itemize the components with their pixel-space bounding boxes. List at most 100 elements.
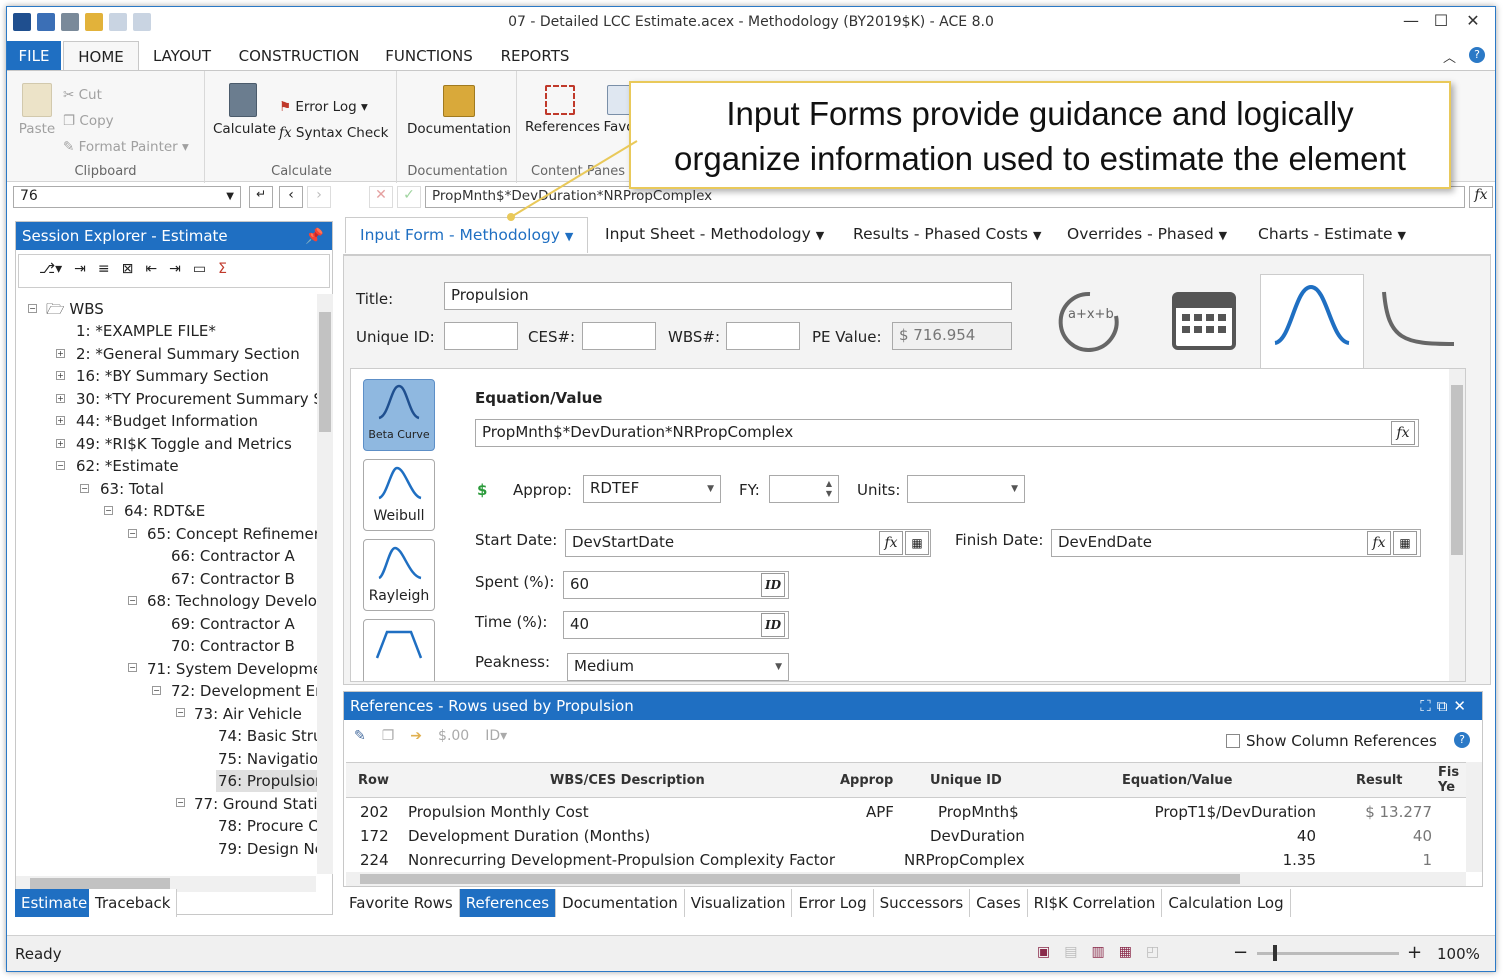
- tree-node-selected[interactable]: 76: Propulsior: [216, 770, 324, 792]
- references-vertical-scrollbar[interactable]: [1466, 762, 1482, 872]
- tab-layout[interactable]: LAYOUT: [147, 41, 217, 71]
- tab-calculation-log[interactable]: Calculation Log: [1162, 889, 1291, 917]
- time-id-icon[interactable]: ID: [761, 613, 785, 637]
- collapse-icon[interactable]: −: [128, 663, 137, 672]
- phasing-method-icon[interactable]: a+x+b: [1050, 280, 1140, 360]
- tree-node-wbs[interactable]: 🗁 WBS: [46, 298, 104, 320]
- references-button[interactable]: References: [525, 85, 600, 135]
- start-date-calendar-icon[interactable]: ▦: [905, 531, 929, 555]
- expand-icon[interactable]: +: [56, 416, 65, 425]
- ces-field[interactable]: [582, 322, 656, 350]
- panel-controls-icon[interactable]: ⛶⧉✕: [1420, 692, 1472, 720]
- delete-row-icon[interactable]: ⊠: [122, 261, 134, 281]
- indent-icon[interactable]: ⇥: [74, 261, 86, 281]
- references-horizontal-scrollbar[interactable]: [346, 872, 1466, 886]
- expand-icon[interactable]: +: [56, 439, 65, 448]
- approp-select[interactable]: RDTEF ▼: [583, 475, 721, 503]
- tab-favorite-rows[interactable]: Favorite Rows: [343, 889, 460, 917]
- collapse-icon[interactable]: −: [128, 596, 137, 605]
- zoom-out-button[interactable]: −: [1233, 942, 1248, 963]
- collapse-icon[interactable]: −: [176, 708, 185, 717]
- previous-button[interactable]: ‹: [279, 186, 303, 208]
- tree-node[interactable]: 68: Technology Develop: [147, 590, 326, 612]
- expand-icon[interactable]: +: [56, 394, 65, 403]
- view-disabled-icon[interactable]: ◰: [1146, 944, 1159, 960]
- tree-node[interactable]: 69: Contractor A: [171, 613, 295, 635]
- title-field[interactable]: Propulsion: [444, 282, 1012, 310]
- finish-date-field[interactable]: DevEndDate: [1051, 529, 1421, 557]
- tree-node[interactable]: 65: Concept Refinemen: [147, 523, 323, 545]
- tab-successors[interactable]: Successors: [873, 889, 971, 917]
- tree-node[interactable]: 1: *EXAMPLE FILE*: [76, 320, 216, 342]
- fy-spinner[interactable]: ▲ ▼: [769, 475, 839, 503]
- tree-node[interactable]: 72: Development En: [171, 680, 325, 702]
- time-field[interactable]: 40: [563, 611, 789, 639]
- tab-functions[interactable]: FUNCTIONS: [379, 41, 479, 71]
- collapse-icon[interactable]: −: [56, 461, 65, 470]
- tree-node[interactable]: 44: *Budget Information: [76, 410, 258, 432]
- collapse-icon[interactable]: −: [28, 304, 37, 313]
- view-layout-icon[interactable]: ▦: [1119, 944, 1132, 960]
- table-row[interactable]: 224 Nonrecurring Development-Propulsion …: [346, 848, 1466, 872]
- tree-node[interactable]: 16: *BY Summary Section: [76, 365, 269, 387]
- start-date-fx-icon[interactable]: fx: [879, 531, 903, 555]
- paste-button[interactable]: Paste: [15, 83, 59, 137]
- tree-node[interactable]: 73: Air Vehicle: [194, 703, 302, 725]
- tree-node[interactable]: 30: *TY Procurement Summary Se: [76, 388, 332, 410]
- form-scrollbar[interactable]: [1449, 369, 1465, 681]
- tab-charts[interactable]: Charts - Estimate ▼: [1258, 217, 1406, 253]
- zoom-in-button[interactable]: +: [1407, 942, 1422, 963]
- tab-references[interactable]: References: [459, 889, 557, 917]
- copy-icon[interactable]: ❐: [382, 728, 395, 744]
- tree-node[interactable]: 49: *RI$K Toggle and Metrics: [76, 433, 292, 455]
- error-log-button[interactable]: ⚑ Error Log ▾: [279, 99, 368, 115]
- equation-field[interactable]: PropMnth$*DevDuration*NRPropComplex: [475, 419, 1419, 447]
- tab-risk-correlation[interactable]: RI$K Correlation: [1027, 889, 1163, 917]
- maximize-icon[interactable]: ☐: [1427, 11, 1455, 35]
- view-split-icon[interactable]: ▤: [1064, 944, 1077, 960]
- tab-results[interactable]: Results - Phased Costs ▼: [853, 217, 1041, 253]
- documentation-button[interactable]: Documentation: [405, 85, 513, 137]
- table-row[interactable]: 172 Development Duration (Months) DevDur…: [346, 824, 1466, 848]
- show-column-references-checkbox[interactable]: Show Column References: [1226, 732, 1437, 750]
- finish-date-fx-icon[interactable]: fx: [1367, 531, 1391, 555]
- help-icon[interactable]: ?: [1469, 47, 1485, 63]
- equation-fx-icon[interactable]: fx: [1391, 421, 1415, 445]
- tree-node[interactable]: 67: Contractor B: [171, 568, 295, 590]
- tree-node[interactable]: 74: Basic Stru: [218, 725, 322, 747]
- wbs-field[interactable]: [726, 322, 800, 350]
- tab-home[interactable]: HOME: [63, 41, 139, 72]
- spread-curve-tab[interactable]: [1260, 274, 1364, 368]
- next-button[interactable]: ›: [307, 186, 331, 208]
- tab-estimate[interactable]: Estimate: [15, 889, 95, 917]
- edit-icon[interactable]: ✎: [354, 728, 366, 744]
- outdent-icon[interactable]: ⇤: [145, 261, 157, 281]
- collapse-icon[interactable]: −: [128, 529, 137, 538]
- id-icon[interactable]: ID▾: [485, 728, 507, 744]
- collapse-icon[interactable]: −: [152, 686, 161, 695]
- tree-node[interactable]: 77: Ground Static: [194, 793, 326, 815]
- tree-node[interactable]: 64: RDT&E: [124, 500, 205, 522]
- finish-date-calendar-icon[interactable]: ▦: [1393, 531, 1417, 555]
- sum-icon[interactable]: Σ: [218, 261, 227, 281]
- cell-reference-box[interactable]: 76 ▼: [13, 186, 241, 208]
- tree-node[interactable]: 79: Design Ne: [218, 838, 324, 860]
- tree-node[interactable]: 70: Contractor B: [171, 635, 295, 657]
- expand-icon[interactable]: +: [56, 349, 65, 358]
- weibull-button[interactable]: Weibull: [363, 459, 435, 531]
- cut-button[interactable]: ✂ Cut: [63, 87, 102, 103]
- tree-expand-icon[interactable]: ⎇▾: [39, 261, 62, 281]
- tree-node[interactable]: 2: *General Summary Section: [76, 343, 300, 365]
- close-icon[interactable]: ✕: [1459, 11, 1487, 35]
- tab-overrides[interactable]: Overrides - Phased ▼: [1067, 217, 1227, 253]
- tree-vertical-scrollbar[interactable]: [317, 294, 333, 874]
- collapse-icon[interactable]: −: [176, 798, 185, 807]
- view-columns-icon[interactable]: ▥: [1091, 944, 1104, 960]
- tree-node[interactable]: 75: Navigatior: [218, 748, 324, 770]
- format-painter-button[interactable]: ✎ Format Painter ▾: [63, 139, 189, 155]
- insert-row-button[interactable]: ↵: [249, 186, 273, 208]
- tab-visualization[interactable]: Visualization: [684, 889, 793, 917]
- trapezoid-button[interactable]: [363, 619, 435, 681]
- calculate-button[interactable]: Calculate: [213, 83, 276, 137]
- time-phased-icon[interactable]: [1170, 286, 1260, 356]
